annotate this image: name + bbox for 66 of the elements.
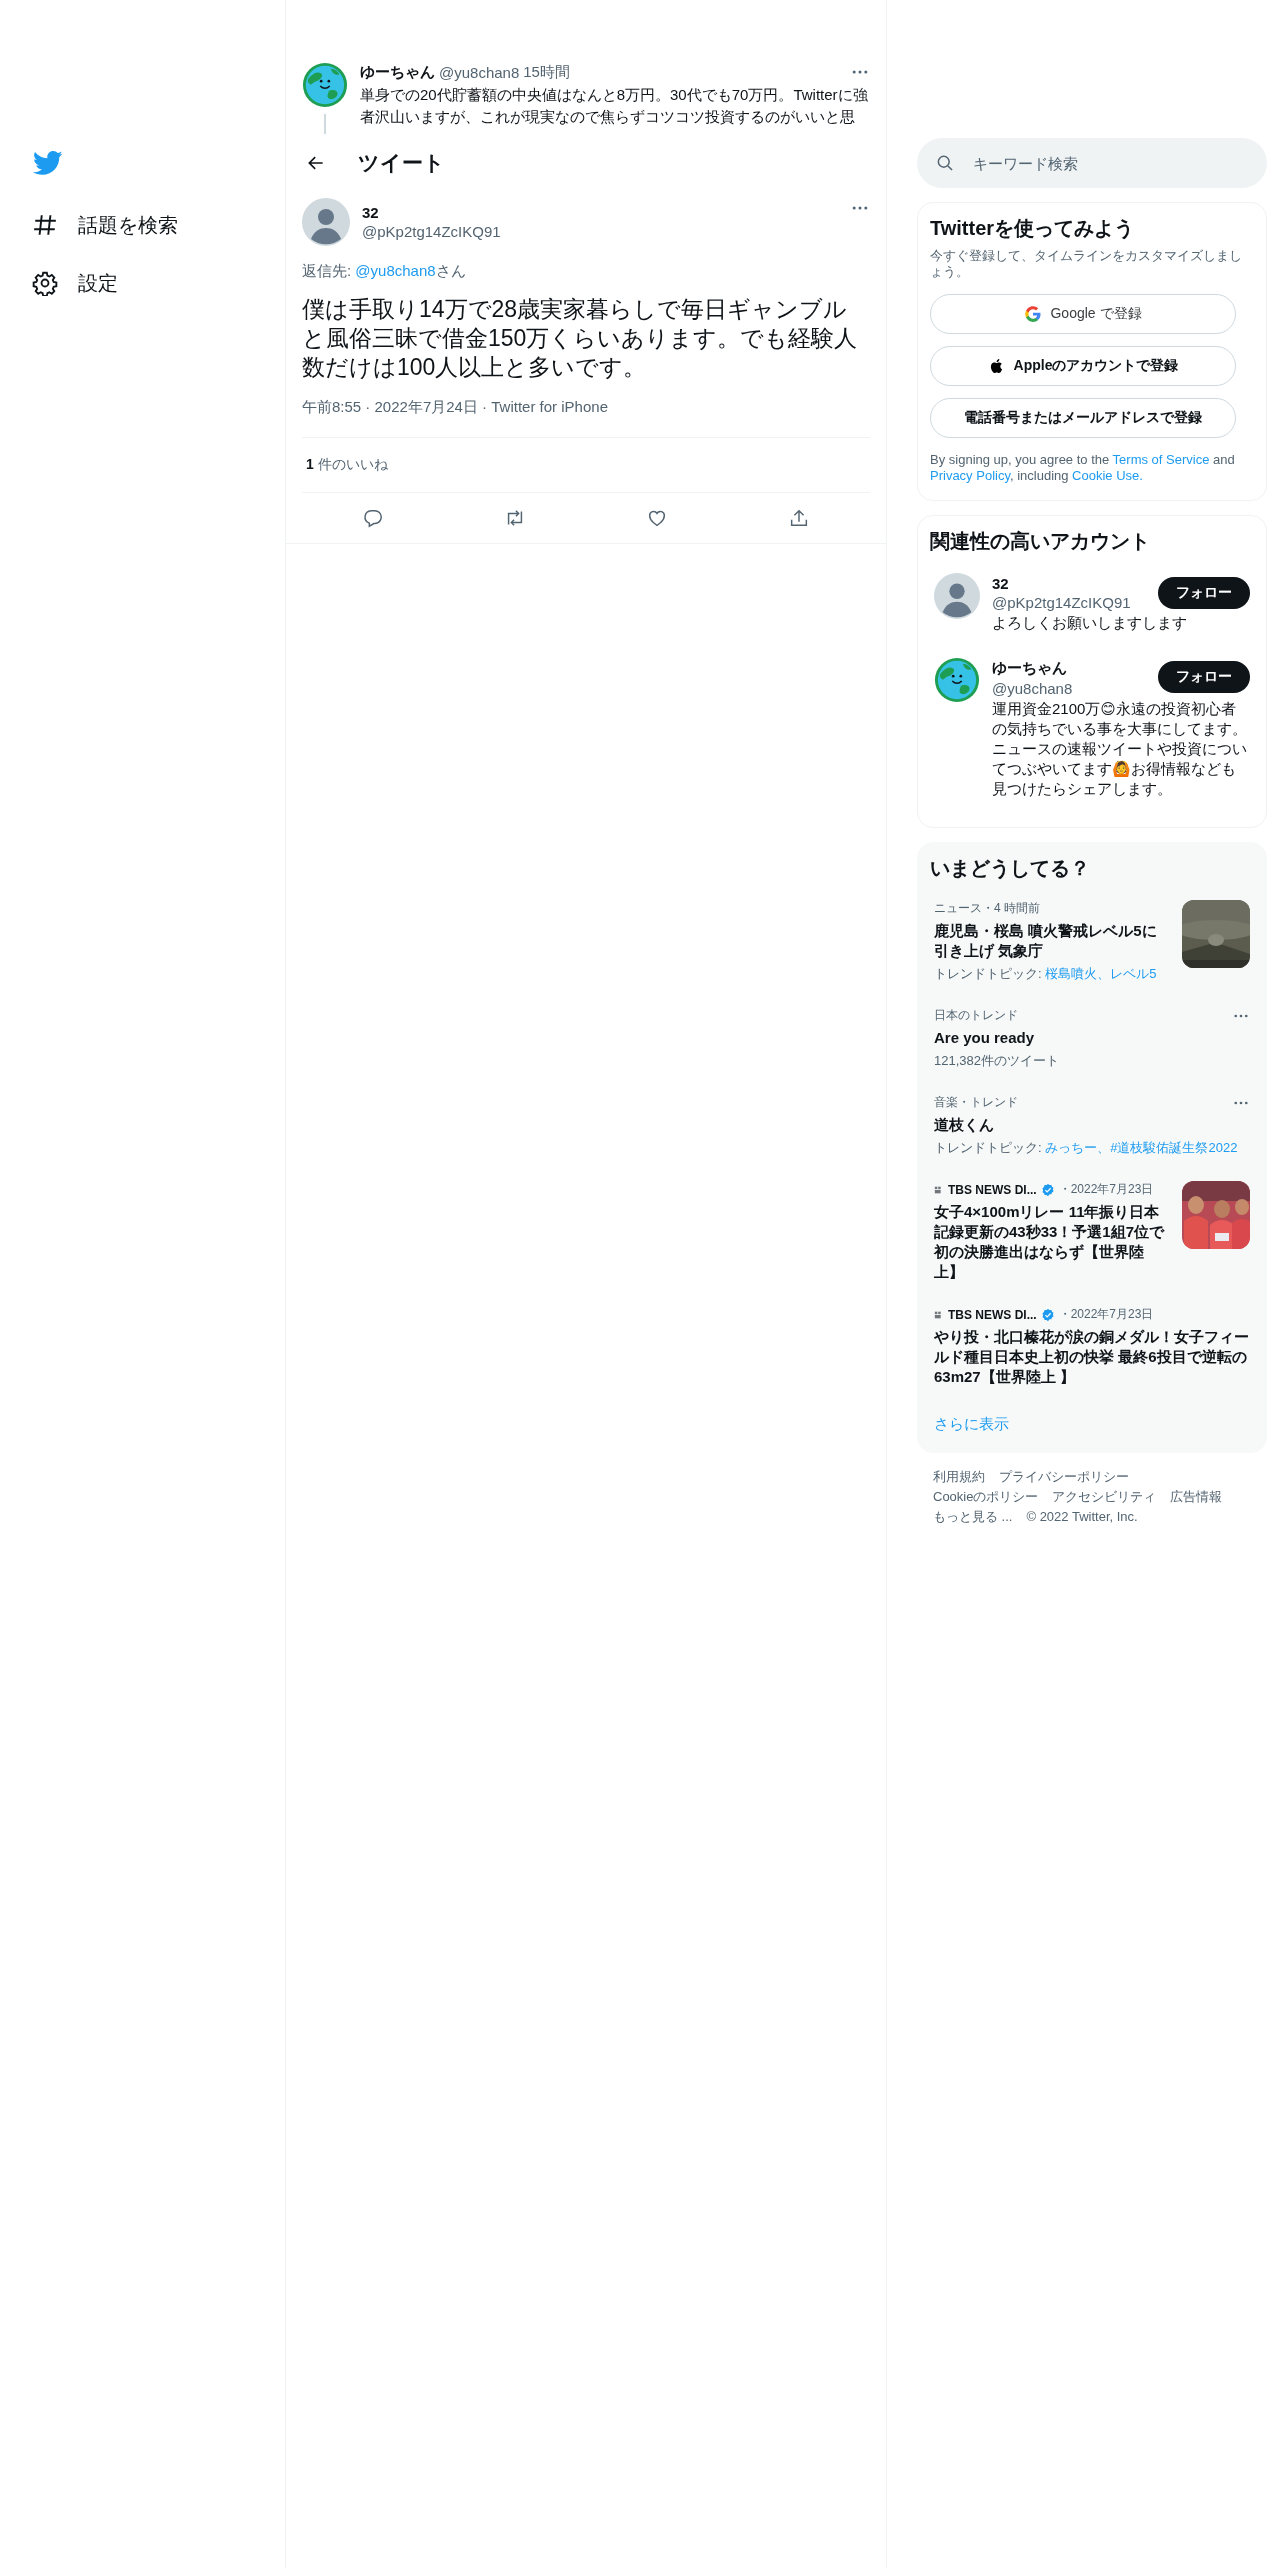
tweet-count: 121,382件のツイート bbox=[934, 1052, 1060, 1070]
trend-title: やり投・北口榛花が涙の銅メダル！女子フィールド種目日本史上初の快挙 最終6投目で逆転の63m27【世界陸上 】 bbox=[934, 1327, 1250, 1387]
user-handle: @yu8chan8 bbox=[992, 680, 1073, 697]
reply-icon[interactable] bbox=[362, 507, 384, 529]
user-name: 32 bbox=[362, 204, 380, 221]
footer-link[interactable]: 広告情報 bbox=[1170, 1489, 1223, 1505]
trend-item[interactable]: 音楽・トレンド 道枝くん トレンドトピック: みっちー、#道枝駿佑誕生祭2022 bbox=[930, 1082, 1254, 1169]
user-handle: @yu8chan8 bbox=[439, 63, 520, 81]
source-name: TBS NEWS DI... bbox=[948, 1182, 1037, 1197]
post-date: ・2022年7月23日 bbox=[1058, 1306, 1154, 1323]
footer-link[interactable]: プライバシーポリシー bbox=[999, 1469, 1129, 1485]
nav-item[interactable]: 話題を検索 bbox=[32, 196, 186, 254]
source-name: TBS NEWS DI... bbox=[948, 1307, 1037, 1322]
trend-title: Are you ready bbox=[934, 1028, 1036, 1048]
user-name: 32 bbox=[992, 575, 1010, 592]
card-title: Twitterを使ってみよう bbox=[930, 216, 1136, 241]
trend-topics: トレンドトピック: みっちー、#道枝駿佑誕生祭2022 bbox=[934, 1139, 1239, 1157]
follow-button[interactable]: フォロー bbox=[1158, 661, 1250, 693]
bird-logo-icon bbox=[32, 148, 64, 178]
footer-link[interactable]: 利用規約 bbox=[933, 1469, 985, 1485]
nav-item[interactable]: 設定 bbox=[32, 254, 126, 312]
tweet-text: 単身での20代貯蓄額の中央値はなんと8万円。30代でも70万円。Twitterに強者沢山いますが、これが現実なので焦らずコツコツ投資するのがいいと思 bbox=[360, 85, 869, 127]
search-icon bbox=[935, 153, 955, 173]
google-g-icon bbox=[1024, 305, 1043, 323]
trend-item[interactable]: 日本のトレンド Are you ready 121,382件のツイート bbox=[930, 995, 1254, 1082]
card-title: いまどうしてる？ bbox=[930, 856, 1091, 881]
footer-link[interactable]: もっと見る ... bbox=[933, 1509, 1013, 1525]
trend-item[interactable]: TBS NEWS DI... ・2022年7月23日 女子4×100mリレー 11年振り日本記録更新の43秒33！予選1組7位で初の決勝進出はならず【世界陸上】 bbox=[930, 1169, 1254, 1294]
trend-category: 音楽・トレンド bbox=[934, 1094, 1018, 1111]
trend-title: 道枝くん bbox=[934, 1115, 995, 1135]
page-title: ツイート bbox=[358, 150, 445, 176]
signup-button[interactable]: Appleのアカウントで登録 bbox=[930, 346, 1236, 386]
card-title: 関連性の高いアカウント bbox=[930, 529, 1151, 554]
signup-button[interactable]: Google で登録 bbox=[930, 294, 1236, 334]
post-date: ・2022年7月23日 bbox=[1058, 1181, 1154, 1198]
footer-link[interactable]: アクセシビリティ bbox=[1052, 1489, 1157, 1505]
user-bio: よろしくお願いしますします bbox=[992, 613, 1188, 633]
user-handle: @pKp2tg14ZcIKQ91 bbox=[992, 594, 1131, 611]
news-logo-icon bbox=[934, 1184, 944, 1195]
signup-button[interactable]: 電話番号またはメールアドレスで登録 bbox=[930, 398, 1236, 438]
user-handle: @pKp2tg14ZcIKQ91 bbox=[362, 223, 501, 240]
user-name: ゆーちゃん bbox=[992, 659, 1068, 678]
footer-link[interactable]: Cookieのポリシー bbox=[933, 1489, 1039, 1505]
tweet-text: 僕は手取り14万で28歳実家暮らしで毎日ギャンブルと風俗三昧で借金150万くらいあります。でも経験人数だけは100人以上と多いです。 bbox=[302, 295, 859, 382]
card-subtitle: 今すぐ登録して、タイムラインをカスタマイズしましょう。 bbox=[930, 248, 1243, 280]
reply-to-text: 返信先: @yu8chan8さん bbox=[302, 262, 467, 281]
trend-category: ニュース・4 時間前 bbox=[934, 900, 1040, 917]
likes-count[interactable]: 1 件のいいね bbox=[306, 456, 388, 472]
hashtag-icon bbox=[32, 212, 58, 238]
trend-title: 鹿児島・桜島 噴火警戒レベル5に引き上げ 気象庁 bbox=[934, 921, 1158, 961]
share-icon[interactable] bbox=[788, 507, 810, 529]
follow-button[interactable]: フォロー bbox=[1158, 577, 1250, 609]
legal-text: By signing up, you agree to the Terms of Service and Privacy Policy, including Cookie Use. bbox=[930, 452, 1236, 484]
trend-category: 日本のトレンド bbox=[934, 1007, 1018, 1024]
copyright-text: © 2022 Twitter, Inc. bbox=[1026, 1509, 1138, 1525]
trend-topics: トレンドトピック: 桜島噴火、レベル5 bbox=[934, 965, 1158, 983]
news-logo-icon bbox=[934, 1309, 944, 1320]
search-field[interactable]: キーワード検索 bbox=[917, 138, 1267, 188]
user-name: ゆーちゃん bbox=[360, 62, 435, 82]
tweet-time: 15時間 bbox=[523, 62, 570, 82]
tweet-timestamp: 午前8:55 · 2022年7月24日 · Twitter for iPhone bbox=[302, 398, 870, 438]
user-bio: 運用資金2100万😊永遠の投資初心者の気持ちでいる事を大事にしてます。ニュースの速報ツイートや投資についてつぶやいてます🙆お得情報なども見つけたらシェアします。 bbox=[992, 699, 1248, 799]
trend-item[interactable]: ニュース・4 時間前 鹿児島・桜島 噴火警戒レベル5に引き上げ 気象庁 トレンドトピック: 桜島噴火、レベル5 bbox=[930, 888, 1254, 995]
settings-icon bbox=[32, 270, 58, 296]
trend-title: 女子4×100mリレー 11年振り日本記録更新の43秒33！予選1組7位で初の決勝進出はならず【世界陸上】 bbox=[934, 1202, 1166, 1282]
trend-item[interactable]: TBS NEWS DI... ・2022年7月23日 やり投・北口榛花が涙の銅メダル！女子フィールド種目日本史上初の快挙 最終6投目で逆転の63m27【世界陸上 】 bbox=[930, 1294, 1254, 1399]
